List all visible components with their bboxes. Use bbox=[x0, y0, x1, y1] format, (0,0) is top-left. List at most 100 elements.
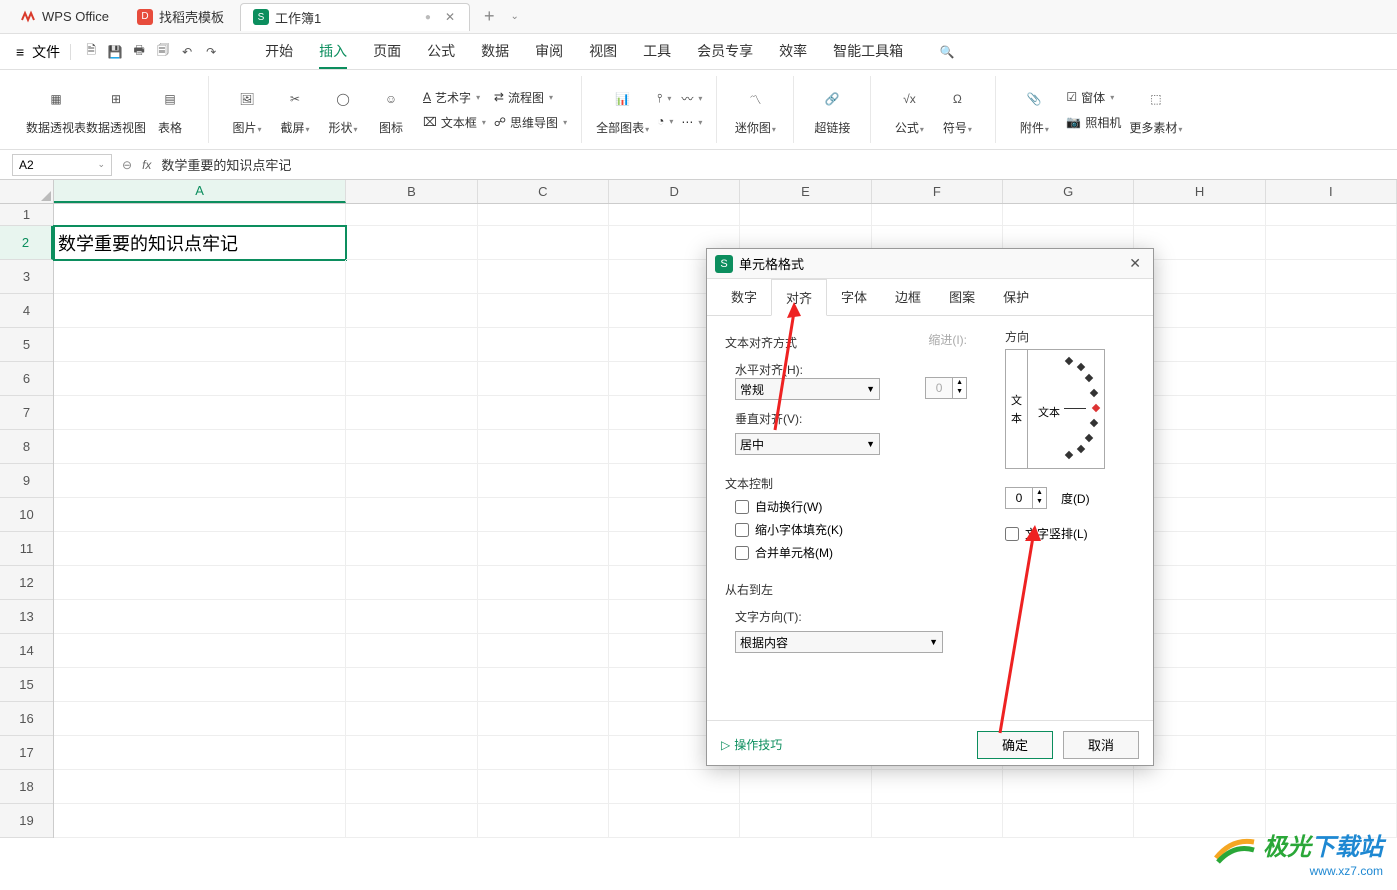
cell-C3[interactable] bbox=[478, 260, 609, 294]
cell-H1[interactable] bbox=[1134, 204, 1265, 226]
formula-input[interactable]: 数学重要的知识点牢记 bbox=[161, 155, 1385, 174]
cell-C18[interactable] bbox=[478, 770, 609, 804]
row-header-1[interactable]: 1 bbox=[0, 204, 53, 226]
cell-A10[interactable] bbox=[54, 498, 346, 532]
tab-smart[interactable]: 智能工具箱 bbox=[833, 35, 903, 69]
cell-B10[interactable] bbox=[346, 498, 477, 532]
save-icon[interactable]: 💾 bbox=[105, 42, 125, 62]
cell-H8[interactable] bbox=[1134, 430, 1265, 464]
tab-data[interactable]: 数据 bbox=[481, 35, 509, 69]
picture-button[interactable]: 🖼图片▾ bbox=[223, 83, 271, 136]
cell-B6[interactable] bbox=[346, 362, 477, 396]
cell-F18[interactable] bbox=[872, 770, 1003, 804]
cell-B11[interactable] bbox=[346, 532, 477, 566]
pie-chart-icon[interactable]: ◔ ▾ bbox=[657, 112, 673, 130]
cell-B8[interactable] bbox=[346, 430, 477, 464]
v-align-select[interactable]: 居中▼ bbox=[735, 433, 880, 455]
tab-formula[interactable]: 公式 bbox=[427, 35, 455, 69]
more-assets-button[interactable]: ⬚更多素材▾ bbox=[1129, 83, 1182, 136]
cell-B4[interactable] bbox=[346, 294, 477, 328]
cell-A11[interactable] bbox=[54, 532, 346, 566]
cell-B2[interactable] bbox=[346, 226, 477, 260]
cell-I13[interactable] bbox=[1266, 600, 1397, 634]
cell-C17[interactable] bbox=[478, 736, 609, 770]
cancel-formula-icon[interactable]: ⊖ bbox=[122, 158, 132, 172]
cell-I3[interactable] bbox=[1266, 260, 1397, 294]
dialog-titlebar[interactable]: S 单元格格式 ✕ bbox=[707, 249, 1153, 279]
ok-button[interactable]: 确定 bbox=[977, 731, 1053, 759]
cell-B19[interactable] bbox=[346, 804, 477, 838]
cell-H12[interactable] bbox=[1134, 566, 1265, 600]
col-header-B[interactable]: B bbox=[346, 180, 477, 203]
select-all-corner[interactable] bbox=[0, 180, 54, 204]
row-header-10[interactable]: 10 bbox=[0, 498, 53, 532]
dlg-tab-protection[interactable]: 保护 bbox=[989, 279, 1043, 315]
cell-A14[interactable] bbox=[54, 634, 346, 668]
search-icon[interactable]: 🔍 bbox=[937, 42, 957, 62]
undo-icon[interactable]: ↶ bbox=[177, 42, 197, 62]
cell-H9[interactable] bbox=[1134, 464, 1265, 498]
symbol-button[interactable]: Ω符号▾ bbox=[933, 83, 981, 136]
mindmap-button[interactable]: ☍思维导图▾ bbox=[494, 112, 567, 133]
cell-I14[interactable] bbox=[1266, 634, 1397, 668]
cell-H11[interactable] bbox=[1134, 532, 1265, 566]
tab-insert[interactable]: 插入 bbox=[319, 35, 347, 69]
cell-C14[interactable] bbox=[478, 634, 609, 668]
cell-E19[interactable] bbox=[740, 804, 871, 838]
tab-efficiency[interactable]: 效率 bbox=[779, 35, 807, 69]
indent-spinner[interactable]: ▲▼ bbox=[925, 377, 967, 399]
print-icon[interactable]: 🖶 bbox=[129, 42, 149, 62]
cell-D19[interactable] bbox=[609, 804, 740, 838]
cell-A5[interactable] bbox=[54, 328, 346, 362]
cell-H10[interactable] bbox=[1134, 498, 1265, 532]
cell-D18[interactable] bbox=[609, 770, 740, 804]
cell-G1[interactable] bbox=[1003, 204, 1134, 226]
deg-spin-up-icon[interactable]: ▲ bbox=[1033, 488, 1046, 497]
cell-A12[interactable] bbox=[54, 566, 346, 600]
bar-chart-icon[interactable]: ⫯ ▾ bbox=[657, 89, 673, 108]
tips-link[interactable]: ▷操作技巧 bbox=[721, 736, 782, 753]
cell-I7[interactable] bbox=[1266, 396, 1397, 430]
cell-B12[interactable] bbox=[346, 566, 477, 600]
cell-I18[interactable] bbox=[1266, 770, 1397, 804]
spin-down-icon[interactable]: ▼ bbox=[953, 387, 966, 396]
cell-B17[interactable] bbox=[346, 736, 477, 770]
cell-E18[interactable] bbox=[740, 770, 871, 804]
cell-A2[interactable]: 数学重要的知识点牢记 bbox=[54, 226, 346, 260]
col-header-D[interactable]: D bbox=[609, 180, 740, 203]
cell-A19[interactable] bbox=[54, 804, 346, 838]
row-header-18[interactable]: 18 bbox=[0, 770, 53, 804]
cell-H19[interactable] bbox=[1134, 804, 1265, 838]
col-header-I[interactable]: I bbox=[1266, 180, 1397, 203]
cell-B15[interactable] bbox=[346, 668, 477, 702]
row-header-13[interactable]: 13 bbox=[0, 600, 53, 634]
cell-H17[interactable] bbox=[1134, 736, 1265, 770]
cell-A9[interactable] bbox=[54, 464, 346, 498]
cell-A16[interactable] bbox=[54, 702, 346, 736]
tab-page[interactable]: 页面 bbox=[373, 35, 401, 69]
cell-H3[interactable] bbox=[1134, 260, 1265, 294]
col-header-H[interactable]: H bbox=[1134, 180, 1265, 203]
cell-H5[interactable] bbox=[1134, 328, 1265, 362]
col-header-F[interactable]: F bbox=[872, 180, 1003, 203]
template-tab[interactable]: D 找稻壳模板 bbox=[125, 3, 236, 31]
row-header-17[interactable]: 17 bbox=[0, 736, 53, 770]
cell-I10[interactable] bbox=[1266, 498, 1397, 532]
orient-dial[interactable]: 文本 bbox=[1028, 350, 1104, 468]
spin-up-icon[interactable]: ▲ bbox=[953, 378, 966, 387]
cell-A15[interactable] bbox=[54, 668, 346, 702]
cell-C4[interactable] bbox=[478, 294, 609, 328]
row-header-3[interactable]: 3 bbox=[0, 260, 53, 294]
camera-button[interactable]: 📷照相机 bbox=[1066, 112, 1121, 133]
attachment-button[interactable]: 📎附件▾ bbox=[1010, 83, 1058, 136]
cell-C9[interactable] bbox=[478, 464, 609, 498]
cancel-button[interactable]: 取消 bbox=[1063, 731, 1139, 759]
merge-checkbox[interactable]: 合并单元格(M) bbox=[735, 544, 987, 561]
dialog-close-icon[interactable]: ✕ bbox=[1125, 255, 1145, 272]
cell-I1[interactable] bbox=[1266, 204, 1397, 226]
dlg-tab-border[interactable]: 边框 bbox=[881, 279, 935, 315]
mini-chart-button[interactable]: 〽迷你图▾ bbox=[731, 83, 779, 136]
cell-H6[interactable] bbox=[1134, 362, 1265, 396]
cell-C2[interactable] bbox=[478, 226, 609, 260]
cell-A6[interactable] bbox=[54, 362, 346, 396]
